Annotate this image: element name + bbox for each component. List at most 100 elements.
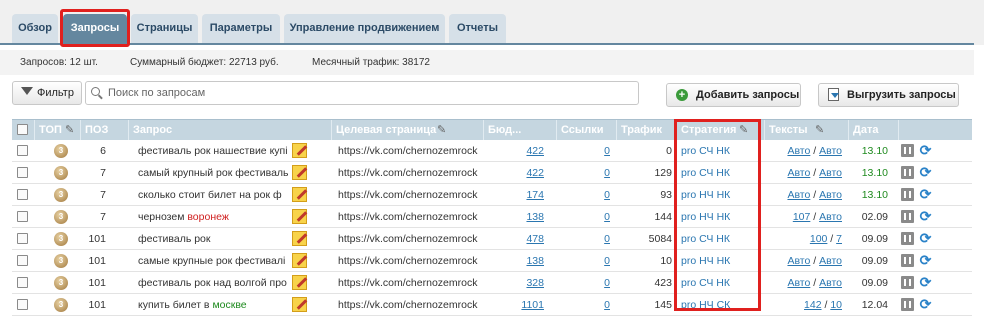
texts-link-b[interactable]: Авто <box>819 189 842 201</box>
column-top[interactable]: ТОП ✎ <box>34 120 74 140</box>
texts-link-b[interactable]: 10 <box>830 299 842 311</box>
table-row[interactable]: 3 7 сколько стоит билет на рок ф https://vk… <box>12 184 972 206</box>
pause-icon[interactable] <box>901 210 914 223</box>
pause-icon[interactable] <box>901 298 914 311</box>
edit-query-icon[interactable] <box>292 165 307 180</box>
select-all-checkbox[interactable] <box>17 124 28 135</box>
edit-query-icon[interactable] <box>292 187 307 202</box>
edit-query-icon[interactable] <box>292 275 307 290</box>
row-checkbox[interactable] <box>17 167 28 178</box>
table-row[interactable]: 3 101 купить билет в москве https://vk.com/… <box>12 294 972 316</box>
tab-promotion-management[interactable]: Управление продвижением <box>284 14 445 43</box>
links-link[interactable]: 0 <box>572 294 610 316</box>
texts-link-a[interactable]: Авто <box>787 277 810 289</box>
texts-link-b[interactable]: Авто <box>819 277 842 289</box>
refresh-icon[interactable]: ⟳ <box>918 165 933 180</box>
pause-icon[interactable] <box>901 188 914 201</box>
row-checkbox[interactable] <box>17 233 28 244</box>
edit-query-icon[interactable] <box>292 209 307 224</box>
budget-link[interactable]: 422 <box>492 140 544 162</box>
table-row[interactable]: 3 101 фестиваль рок над волгой про https://… <box>12 272 972 294</box>
search-field[interactable] <box>85 81 639 105</box>
row-checkbox[interactable] <box>17 145 28 156</box>
refresh-icon[interactable]: ⟳ <box>918 253 933 268</box>
links-link[interactable]: 0 <box>572 228 610 250</box>
row-checkbox[interactable] <box>17 211 28 222</box>
links-link[interactable]: 0 <box>572 184 610 206</box>
row-checkbox[interactable] <box>17 277 28 288</box>
texts-link-b[interactable]: Авто <box>819 145 842 157</box>
strategy-link[interactable]: pro СЧ НК <box>681 140 761 162</box>
export-queries-button[interactable]: Выгрузить запросы <box>818 83 959 107</box>
links-link[interactable]: 0 <box>572 250 610 272</box>
edit-column-icon[interactable]: ✎ <box>739 120 748 140</box>
column-links[interactable]: Ссылки <box>556 120 616 140</box>
links-link[interactable]: 0 <box>572 162 610 184</box>
column-date[interactable]: Дата <box>848 120 898 140</box>
texts-link-a[interactable]: 142 <box>804 299 822 311</box>
strategy-link[interactable]: pro НЧ НК <box>681 206 761 228</box>
links-link[interactable]: 0 <box>572 140 610 162</box>
edit-query-icon[interactable] <box>292 231 307 246</box>
budget-link[interactable]: 422 <box>492 162 544 184</box>
refresh-icon[interactable]: ⟳ <box>918 275 933 290</box>
column-query[interactable]: Запрос <box>128 120 331 140</box>
texts-link-b[interactable]: 7 <box>836 233 842 245</box>
budget-link[interactable]: 478 <box>492 228 544 250</box>
column-position[interactable]: ПОЗ <box>80 120 128 140</box>
texts-link-a[interactable]: Авто <box>787 167 810 179</box>
edit-query-icon[interactable] <box>292 253 307 268</box>
texts-link-a[interactable]: Авто <box>787 255 810 267</box>
table-row[interactable]: 3 7 чернозем воронеж https://vk.com/chernoz… <box>12 206 972 228</box>
links-link[interactable]: 0 <box>572 272 610 294</box>
strategy-link[interactable]: pro НЧ НК <box>681 250 761 272</box>
pause-icon[interactable] <box>901 254 914 267</box>
tab-overview[interactable]: Обзор <box>12 14 58 43</box>
refresh-icon[interactable]: ⟳ <box>918 209 933 224</box>
texts-link-b[interactable]: Авто <box>819 167 842 179</box>
row-checkbox[interactable] <box>17 255 28 266</box>
tab-reports[interactable]: Отчеты <box>449 14 506 43</box>
strategy-link[interactable]: pro НЧ НК <box>681 184 761 206</box>
column-target-page[interactable]: Целевая страница ✎ <box>331 120 483 140</box>
pause-icon[interactable] <box>901 144 914 157</box>
strategy-link[interactable]: pro СЧ НК <box>681 272 761 294</box>
links-link[interactable]: 0 <box>572 206 610 228</box>
texts-link-a[interactable]: 100 <box>810 233 828 245</box>
refresh-icon[interactable]: ⟳ <box>918 187 933 202</box>
table-row[interactable]: 3 101 фестиваль рок https://vk.com/chernoze… <box>12 228 972 250</box>
budget-link[interactable]: 1101 <box>492 294 544 316</box>
table-row[interactable]: 3 7 самый крупный рок фестиваль https://vk.… <box>12 162 972 184</box>
edit-query-icon[interactable] <box>292 297 307 312</box>
pause-icon[interactable] <box>901 166 914 179</box>
texts-link-a[interactable]: Авто <box>787 145 810 157</box>
strategy-link[interactable]: pro СЧ НК <box>681 228 761 250</box>
edit-column-icon[interactable]: ✎ <box>815 120 824 140</box>
texts-link-a[interactable]: 107 <box>793 211 811 223</box>
column-traffic[interactable]: Трафик <box>616 120 676 140</box>
row-checkbox[interactable] <box>17 189 28 200</box>
edit-query-icon[interactable] <box>292 143 307 158</box>
edit-column-icon[interactable]: ✎ <box>65 120 74 140</box>
refresh-icon[interactable]: ⟳ <box>918 143 933 158</box>
budget-link[interactable]: 138 <box>492 206 544 228</box>
pause-icon[interactable] <box>901 276 914 289</box>
budget-link[interactable]: 328 <box>492 272 544 294</box>
filter-button[interactable]: Фильтр <box>12 81 82 105</box>
texts-link-b[interactable]: Авто <box>819 255 842 267</box>
texts-link-b[interactable]: Авто <box>819 211 842 223</box>
budget-link[interactable]: 138 <box>492 250 544 272</box>
column-texts[interactable]: Тексты ✎ <box>764 120 844 140</box>
strategy-link[interactable]: pro СЧ НК <box>681 162 761 184</box>
row-checkbox[interactable] <box>17 299 28 310</box>
table-row[interactable]: 3 101 самые крупные рок фестивалі https://v… <box>12 250 972 272</box>
refresh-icon[interactable]: ⟳ <box>918 297 933 312</box>
column-strategy[interactable]: Стратегия ✎ <box>676 120 764 140</box>
texts-link-a[interactable]: Авто <box>787 189 810 201</box>
tab-pages[interactable]: Страницы <box>131 14 198 43</box>
add-queries-button[interactable]: + Добавить запросы <box>666 83 801 107</box>
refresh-icon[interactable]: ⟳ <box>918 231 933 246</box>
edit-column-icon[interactable]: ✎ <box>437 120 446 140</box>
tab-queries[interactable]: Запросы <box>63 14 127 43</box>
search-input[interactable] <box>106 84 626 102</box>
